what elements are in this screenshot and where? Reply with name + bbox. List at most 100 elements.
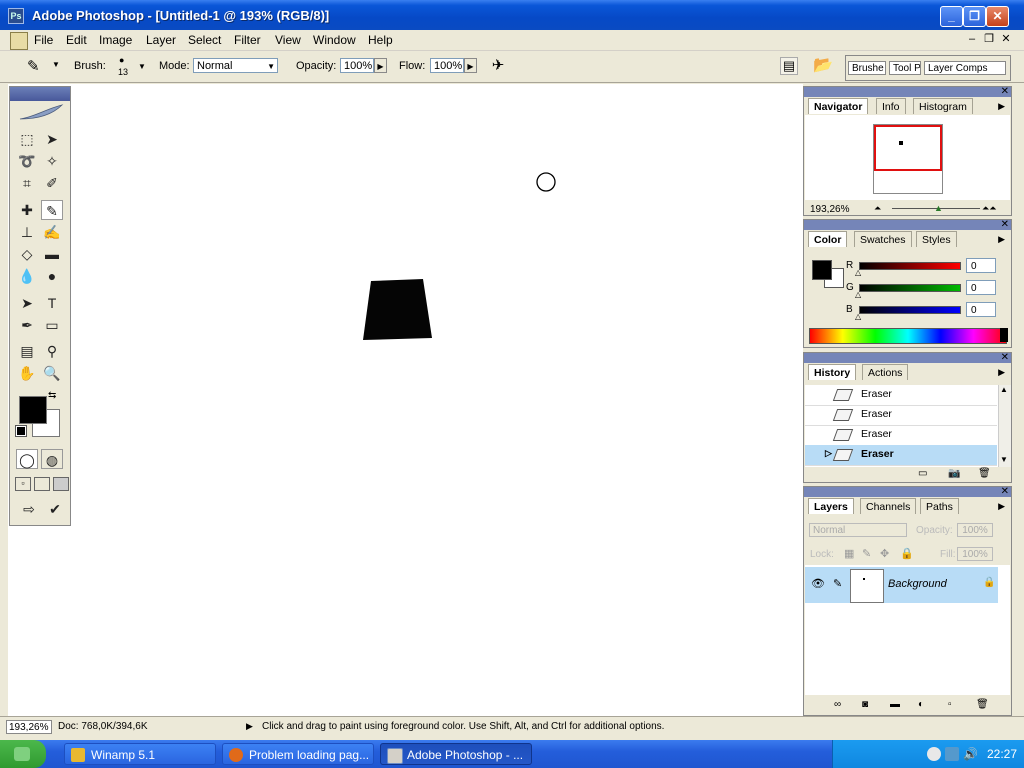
maximize-button[interactable]: ❐: [963, 6, 986, 27]
adjustment-layer-icon[interactable]: ◐: [918, 699, 924, 710]
doc-minimize-button[interactable]: –: [965, 32, 979, 46]
toolbox-titlebar[interactable]: [10, 87, 70, 101]
layer-opacity-input[interactable]: 100%: [957, 523, 993, 537]
tab-channels[interactable]: Channels: [860, 498, 917, 514]
view-box[interactable]: [874, 125, 942, 171]
zoom-out-icon[interactable]: ⏶: [874, 203, 881, 214]
task-winamp[interactable]: Winamp 5.1: [64, 743, 216, 765]
color-panel-titlebar[interactable]: ✕: [804, 219, 1011, 230]
tab-paths[interactable]: Paths: [920, 498, 959, 514]
tab-color[interactable]: Color: [808, 231, 848, 247]
spectrum-black-swatch[interactable]: [1000, 328, 1008, 342]
airbrush-icon[interactable]: ✈: [486, 56, 510, 76]
channel-r-input[interactable]: 0: [966, 258, 996, 273]
panel-menu-arrow-icon[interactable]: ▶: [998, 367, 1005, 378]
tab-info[interactable]: Info: [876, 98, 906, 114]
close-icon[interactable]: ✕: [1001, 86, 1009, 97]
brush-tool-icon[interactable]: ✎: [41, 200, 63, 220]
status-zoom-input[interactable]: 193,26%: [6, 720, 52, 734]
default-colors-icon[interactable]: [15, 425, 27, 437]
clone-stamp-icon[interactable]: ⊥: [16, 222, 38, 242]
burn-tool-icon[interactable]: ●: [41, 266, 63, 286]
channel-b-input[interactable]: 0: [966, 302, 996, 317]
move-tool-icon[interactable]: ➤: [41, 129, 63, 149]
slider-thumb-icon[interactable]: △: [855, 268, 861, 277]
healing-brush-icon[interactable]: ✚: [16, 200, 38, 220]
color-spectrum-bar[interactable]: [809, 328, 1007, 344]
menu-image[interactable]: Image: [99, 33, 132, 47]
menu-filter[interactable]: Filter: [234, 33, 261, 47]
zoom-in-icon[interactable]: ⏶⏶: [982, 203, 996, 214]
history-item[interactable]: Eraser: [805, 405, 997, 426]
navigator-zoom-value[interactable]: 193,26%: [810, 204, 849, 215]
layer-row-background[interactable]: 👁 ✎ Background 🔒: [805, 567, 998, 603]
menu-view[interactable]: View: [275, 33, 301, 47]
task-firefox[interactable]: Problem loading pag...: [222, 743, 374, 765]
new-layer-icon[interactable]: ▫: [948, 699, 952, 710]
photoshop-app-icon[interactable]: Ps: [8, 8, 24, 24]
channel-b-slider[interactable]: [859, 306, 961, 314]
history-panel-titlebar[interactable]: ✕: [804, 352, 1011, 363]
hand-tool-icon[interactable]: ✋: [16, 363, 38, 383]
notes-tool-icon[interactable]: ▤: [16, 341, 38, 361]
brush-dot-icon[interactable]: ●: [119, 55, 124, 65]
opacity-input[interactable]: 100%: [340, 58, 374, 73]
mode-select[interactable]: Normal ▼: [193, 58, 278, 73]
panel-menu-arrow-icon[interactable]: ▶: [998, 101, 1005, 112]
volume-icon[interactable]: 🔊: [963, 747, 978, 761]
foreground-color-swatch[interactable]: [19, 396, 47, 424]
slider-thumb-icon[interactable]: △: [855, 290, 861, 299]
well-tab-layer-comps[interactable]: Layer Comps: [924, 61, 1006, 75]
lock-pixels-icon[interactable]: ✎: [862, 547, 871, 560]
history-state-pointer-icon[interactable]: ▷: [825, 448, 832, 459]
tab-histogram[interactable]: Histogram: [913, 98, 973, 114]
marquee-tool-icon[interactable]: ⬚: [16, 129, 38, 149]
scroll-up-icon[interactable]: ▲: [1000, 385, 1008, 394]
new-document-from-state-icon[interactable]: ▭: [918, 468, 927, 479]
doc-close-button[interactable]: ✕: [999, 32, 1013, 46]
screen-mode-full-menu-icon[interactable]: [34, 477, 50, 491]
tab-actions[interactable]: Actions: [862, 364, 909, 380]
lock-all-icon[interactable]: 🔒: [900, 547, 914, 560]
imageready-check-icon[interactable]: ✔: [44, 499, 66, 519]
close-icon[interactable]: ✕: [1001, 486, 1009, 497]
pen-tool-icon[interactable]: ✒: [16, 315, 38, 335]
tray-app-icon[interactable]: [927, 747, 941, 761]
screen-mode-standard-icon[interactable]: ▫: [15, 477, 31, 491]
channel-r-slider[interactable]: [859, 262, 961, 270]
link-layers-icon[interactable]: ∞: [834, 699, 841, 710]
trash-icon[interactable]: 🗑: [978, 468, 991, 479]
document-icon[interactable]: [10, 32, 28, 50]
tab-swatches[interactable]: Swatches: [854, 231, 912, 247]
menu-file[interactable]: File: [34, 33, 53, 47]
swap-colors-icon[interactable]: ⇆: [48, 390, 56, 401]
slice-tool-icon[interactable]: ✐: [41, 173, 63, 193]
tab-layers[interactable]: Layers: [808, 498, 854, 514]
panel-menu-arrow-icon[interactable]: ▶: [998, 234, 1005, 245]
type-tool-icon[interactable]: T: [41, 293, 63, 313]
eraser-tool-icon[interactable]: ◇: [16, 244, 38, 264]
color-fg-swatch[interactable]: [812, 260, 832, 280]
tab-navigator[interactable]: Navigator: [808, 98, 869, 114]
status-menu-arrow-icon[interactable]: ▶: [246, 721, 253, 732]
opacity-slider-button[interactable]: ▶: [374, 58, 387, 73]
close-icon[interactable]: ✕: [1001, 352, 1009, 363]
history-item-selected[interactable]: ▷ Eraser: [805, 445, 997, 466]
brush-dropdown-arrow-icon[interactable]: ▼: [138, 62, 146, 71]
doc-restore-button[interactable]: ❐: [982, 32, 996, 46]
scroll-down-icon[interactable]: ▼: [1000, 455, 1008, 464]
close-button[interactable]: ✕: [986, 6, 1009, 27]
crop-tool-icon[interactable]: ⌗: [16, 173, 38, 193]
rectangle-tool-icon[interactable]: ▭: [41, 315, 63, 335]
layer-name[interactable]: Background: [888, 578, 947, 590]
blur-tool-icon[interactable]: 💧: [16, 266, 38, 286]
history-scrollbar[interactable]: ▲ ▼: [998, 385, 1011, 467]
menu-help[interactable]: Help: [368, 33, 393, 47]
minimize-button[interactable]: _: [940, 6, 963, 27]
jump-to-imageready-icon[interactable]: ⇨: [16, 499, 42, 519]
feather-logo-icon[interactable]: [16, 101, 66, 123]
well-tab-tool-presets[interactable]: Tool P: [889, 61, 921, 75]
document-canvas[interactable]: [8, 84, 803, 716]
doc-size-info[interactable]: Doc: 768,0K/394,6K: [58, 721, 148, 732]
menu-select[interactable]: Select: [188, 33, 221, 47]
